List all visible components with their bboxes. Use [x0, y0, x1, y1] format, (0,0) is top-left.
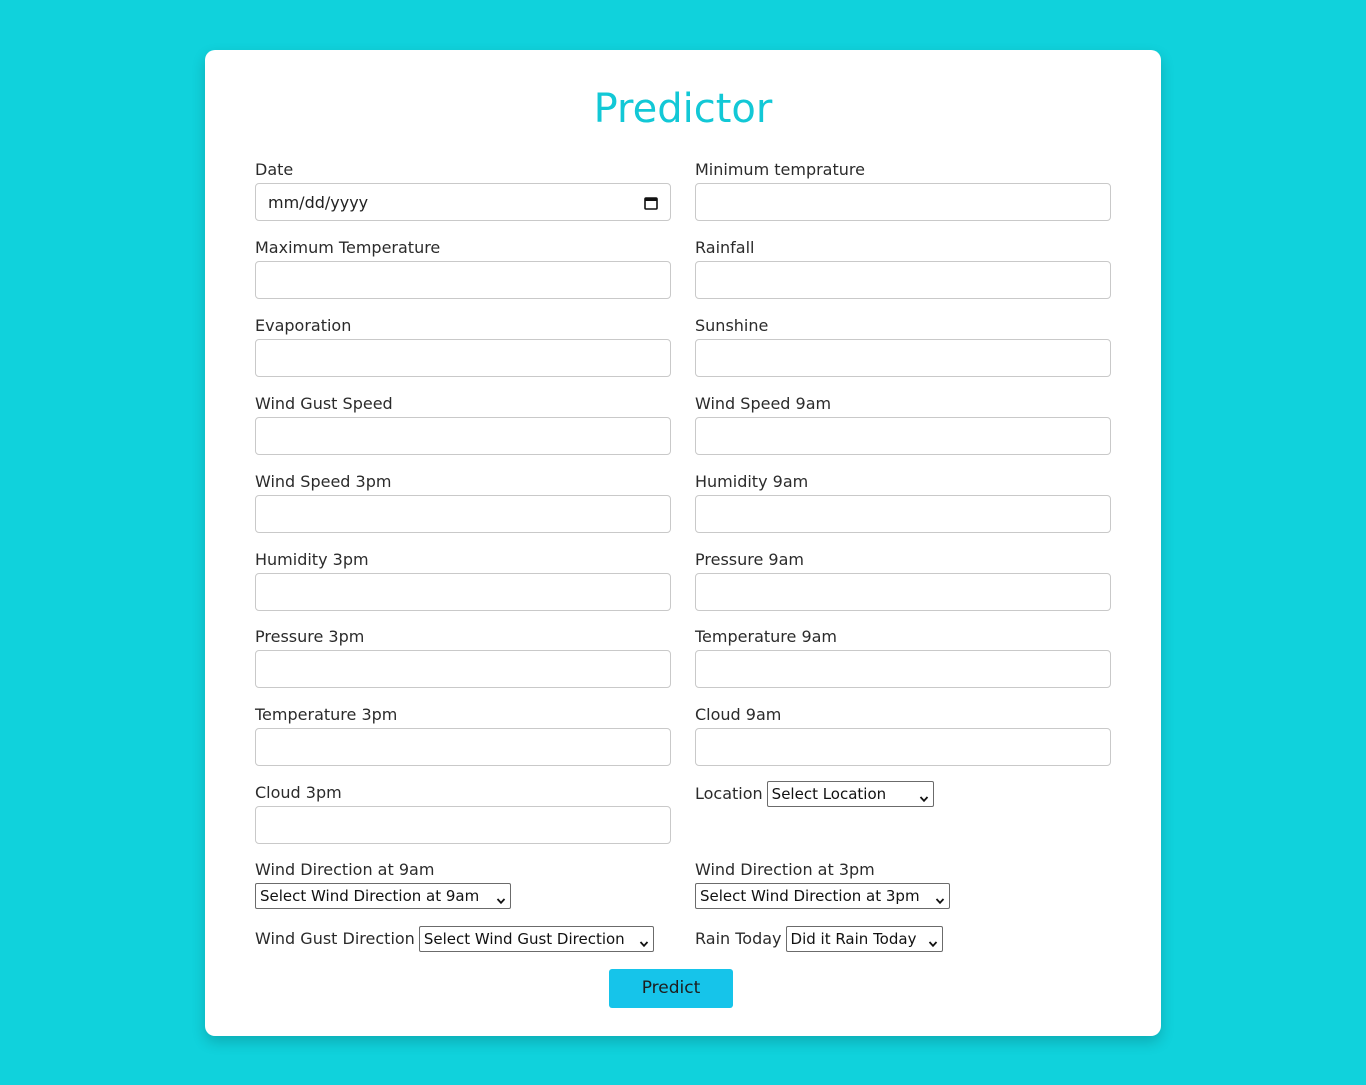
rainfall-label: Rainfall	[695, 238, 755, 257]
min-temp-input[interactable]	[695, 183, 1111, 221]
cloud-3pm-field-group: Cloud 3pm	[255, 783, 671, 844]
wind-gust-speed-input[interactable]	[255, 417, 671, 455]
wind-dir-9am-field-group: Wind Direction at 9am Select Wind Direct…	[255, 860, 511, 909]
cloud-3pm-input[interactable]	[255, 806, 671, 844]
wind-dir-3pm-label: Wind Direction at 3pm	[695, 860, 875, 879]
wind-dir-9am-select-value: Select Wind Direction at 9am	[260, 887, 480, 905]
sunshine-label: Sunshine	[695, 316, 769, 335]
rain-today-field-group: Rain Today Did it Rain Today	[695, 926, 943, 952]
temp-3pm-label: Temperature 3pm	[255, 705, 398, 724]
wind-gust-speed-field-group: Wind Gust Speed	[255, 394, 671, 455]
wind-speed-9am-label: Wind Speed 9am	[695, 394, 832, 413]
chevron-down-icon	[496, 891, 506, 905]
pressure-9am-input[interactable]	[695, 573, 1111, 611]
temp-9am-label: Temperature 9am	[695, 627, 838, 646]
wind-gust-dir-select-value: Select Wind Gust Direction	[423, 930, 625, 948]
rain-today-select[interactable]: Did it Rain Today	[785, 926, 943, 952]
location-select-value: Select Location	[771, 785, 887, 803]
wind-gust-dir-select[interactable]: Select Wind Gust Direction	[418, 926, 654, 952]
max-temp-label: Maximum Temperature	[255, 238, 441, 257]
wind-dir-3pm-select[interactable]: Select Wind Direction at 3pm	[695, 883, 950, 909]
humidity-9am-label: Humidity 9am	[695, 472, 809, 491]
predict-button[interactable]: Predict	[609, 969, 733, 1008]
chevron-down-icon	[935, 891, 945, 905]
evaporation-field-group: Evaporation	[255, 316, 671, 377]
date-field-group: Date mm/dd/yyyy	[255, 160, 671, 221]
location-field-group: Location Select Location	[695, 781, 934, 807]
chevron-down-icon	[639, 934, 649, 948]
wind-gust-dir-label: Wind Gust Direction	[255, 929, 415, 948]
date-input[interactable]: mm/dd/yyyy	[255, 183, 671, 221]
evaporation-label: Evaporation	[255, 316, 352, 335]
wind-gust-dir-field-group: Wind Gust Direction Select Wind Gust Dir…	[255, 926, 654, 952]
chevron-down-icon	[919, 789, 929, 803]
date-label: Date	[255, 160, 294, 179]
humidity-3pm-input[interactable]	[255, 573, 671, 611]
min-temp-label: Minimum temprature	[695, 160, 865, 179]
pressure-3pm-field-group: Pressure 3pm	[255, 627, 671, 688]
wind-gust-speed-label: Wind Gust Speed	[255, 394, 393, 413]
max-temp-field-group: Maximum Temperature	[255, 238, 671, 299]
humidity-9am-field-group: Humidity 9am	[695, 472, 1111, 533]
sunshine-input[interactable]	[695, 339, 1111, 377]
location-label: Location	[695, 784, 763, 803]
wind-dir-3pm-field-group: Wind Direction at 3pm Select Wind Direct…	[695, 860, 950, 909]
wind-speed-3pm-input[interactable]	[255, 495, 671, 533]
predictor-card: Predictor Date mm/dd/yyyy Minimum tempra…	[205, 50, 1161, 1036]
wind-dir-3pm-select-value: Select Wind Direction at 3pm	[700, 887, 920, 905]
rain-today-label: Rain Today	[695, 929, 782, 948]
min-temp-field-group: Minimum temprature	[695, 160, 1111, 221]
humidity-3pm-field-group: Humidity 3pm	[255, 550, 671, 611]
wind-speed-9am-input[interactable]	[695, 417, 1111, 455]
rainfall-input[interactable]	[695, 261, 1111, 299]
pressure-3pm-label: Pressure 3pm	[255, 627, 365, 646]
temp-9am-field-group: Temperature 9am	[695, 627, 1111, 688]
wind-speed-3pm-label: Wind Speed 3pm	[255, 472, 392, 491]
rainfall-field-group: Rainfall	[695, 238, 1111, 299]
max-temp-input[interactable]	[255, 261, 671, 299]
evaporation-input[interactable]	[255, 339, 671, 377]
cloud-9am-field-group: Cloud 9am	[695, 705, 1111, 766]
temp-3pm-input[interactable]	[255, 728, 671, 766]
humidity-9am-input[interactable]	[695, 495, 1111, 533]
pressure-9am-field-group: Pressure 9am	[695, 550, 1111, 611]
wind-speed-9am-field-group: Wind Speed 9am	[695, 394, 1111, 455]
rain-today-select-value: Did it Rain Today	[790, 930, 917, 948]
pressure-3pm-input[interactable]	[255, 650, 671, 688]
temp-9am-input[interactable]	[695, 650, 1111, 688]
temp-3pm-field-group: Temperature 3pm	[255, 705, 671, 766]
wind-dir-9am-label: Wind Direction at 9am	[255, 860, 435, 879]
cloud-9am-label: Cloud 9am	[695, 705, 782, 724]
cloud-3pm-label: Cloud 3pm	[255, 783, 342, 802]
chevron-down-icon	[928, 934, 938, 948]
date-input-value: mm/dd/yyyy	[268, 192, 369, 212]
wind-dir-9am-select[interactable]: Select Wind Direction at 9am	[255, 883, 511, 909]
page-title: Predictor	[593, 86, 773, 132]
humidity-3pm-label: Humidity 3pm	[255, 550, 369, 569]
location-select[interactable]: Select Location	[766, 781, 934, 807]
calendar-icon[interactable]	[644, 195, 658, 210]
sunshine-field-group: Sunshine	[695, 316, 1111, 377]
pressure-9am-label: Pressure 9am	[695, 550, 804, 569]
wind-speed-3pm-field-group: Wind Speed 3pm	[255, 472, 671, 533]
cloud-9am-input[interactable]	[695, 728, 1111, 766]
